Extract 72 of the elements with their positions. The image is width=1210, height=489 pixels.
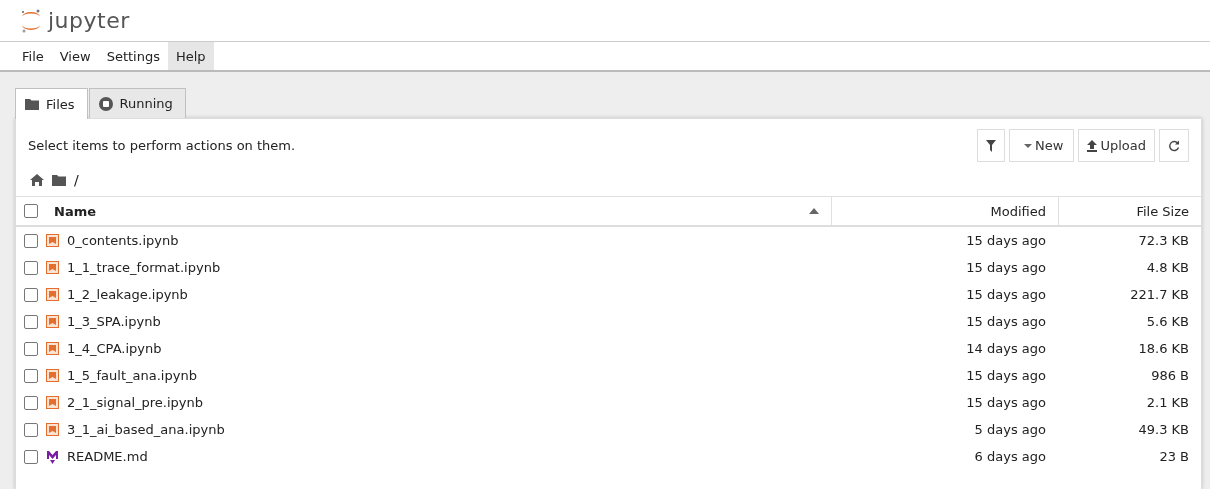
markdown-icon: [46, 449, 59, 464]
column-header[interactable]: File Size: [1136, 203, 1189, 219]
row-checkbox[interactable]: [24, 314, 38, 329]
notebook-icon: [46, 342, 59, 355]
logo-text: jupyter: [48, 8, 130, 33]
modified-cell-text: 15 days ago: [965, 233, 1047, 248]
filter-icon: [986, 139, 997, 152]
row-checkbox[interactable]: [24, 449, 38, 464]
modified-cell-text: 5 days ago: [973, 422, 1047, 437]
file-name[interactable]: 1_3_SPA.ipynb: [67, 314, 161, 329]
notebook-icon: [46, 396, 59, 409]
row-checkbox[interactable]: [24, 341, 38, 356]
size-cell-text: 986 B: [1150, 368, 1190, 383]
size-cell-text: 18.6 KB: [1137, 341, 1190, 356]
row-checkbox[interactable]: [24, 422, 38, 437]
new-button[interactable]: New: [1009, 129, 1075, 162]
upload-button[interactable]: Upload: [1078, 129, 1155, 162]
notebook-icon: [46, 315, 59, 328]
file-name[interactable]: 1_4_CPA.ipynb: [67, 341, 162, 356]
row-checkbox[interactable]: [24, 395, 38, 410]
modified-cell-text: 15 days ago: [965, 395, 1047, 410]
column-header[interactable]: Name: [54, 203, 96, 219]
select-all-checkbox[interactable]: [24, 204, 38, 218]
folder-icon: [52, 174, 66, 186]
size-cell-text: 4.8 KB: [1145, 260, 1190, 275]
file-name[interactable]: 2_1_signal_pre.ipynb: [67, 395, 203, 410]
file-name[interactable]: 0_contents.ipynb: [67, 233, 179, 248]
file-name[interactable]: 3_1_ai_based_ana.ipynb: [67, 422, 225, 437]
refresh-icon: [1168, 139, 1180, 152]
notebook-icon: [46, 423, 59, 436]
size-cell-text: 72.3 KB: [1137, 233, 1190, 248]
row-checkbox[interactable]: [24, 368, 38, 383]
hint-text: Select items to perform actions on them.: [28, 138, 296, 153]
home-icon[interactable]: [30, 174, 44, 186]
upload-icon: [1087, 139, 1098, 152]
file-name[interactable]: README.md: [67, 449, 148, 464]
menu-item[interactable]: View: [51, 42, 99, 70]
size-cell-text: 49.3 KB: [1137, 422, 1190, 437]
menu-item[interactable]: File: [14, 42, 52, 70]
notebook-icon: [46, 369, 59, 382]
menu-item[interactable]: Help: [167, 42, 214, 70]
modified-cell-text: 15 days ago: [965, 314, 1047, 329]
file-name[interactable]: 1_1_trace_format.ipynb: [67, 260, 221, 275]
notebook-icon: [46, 288, 59, 301]
filter-button[interactable]: [977, 129, 1006, 162]
notebook-icon: [46, 261, 59, 274]
notebook-icon: [46, 234, 59, 247]
modified-cell-text: 15 days ago: [965, 287, 1047, 302]
size-cell-text: 5.6 KB: [1145, 314, 1190, 329]
size-cell-text: 2.1 KB: [1145, 395, 1190, 410]
breadcrumb-path[interactable]: /: [74, 172, 79, 188]
tab[interactable]: Files: [15, 88, 88, 119]
column-header[interactable]: Modified: [990, 203, 1046, 219]
row-checkbox[interactable]: [24, 233, 38, 248]
sort-caret-icon: [809, 208, 819, 214]
menu-item[interactable]: Settings: [98, 42, 168, 70]
logo-icon: [20, 7, 42, 34]
size-cell-text: 23 B: [1158, 449, 1190, 464]
stop-circle-icon: [98, 96, 113, 111]
modified-cell-text: 15 days ago: [965, 368, 1047, 383]
file-name[interactable]: 1_2_leakage.ipynb: [67, 287, 188, 302]
file-name[interactable]: 1_5_fault_ana.ipynb: [67, 368, 197, 383]
tab[interactable]: Running: [88, 88, 186, 118]
modified-cell-text: 14 days ago: [965, 341, 1047, 356]
row-checkbox[interactable]: [24, 287, 38, 302]
folder-icon: [25, 98, 39, 110]
caret-icon: [1024, 143, 1033, 148]
modified-cell-text: 6 days ago: [973, 449, 1047, 464]
refresh-button[interactable]: [1159, 129, 1189, 162]
size-cell-text: 221.7 KB: [1129, 287, 1190, 302]
modified-cell-text: 15 days ago: [965, 260, 1047, 275]
row-checkbox[interactable]: [24, 260, 38, 275]
